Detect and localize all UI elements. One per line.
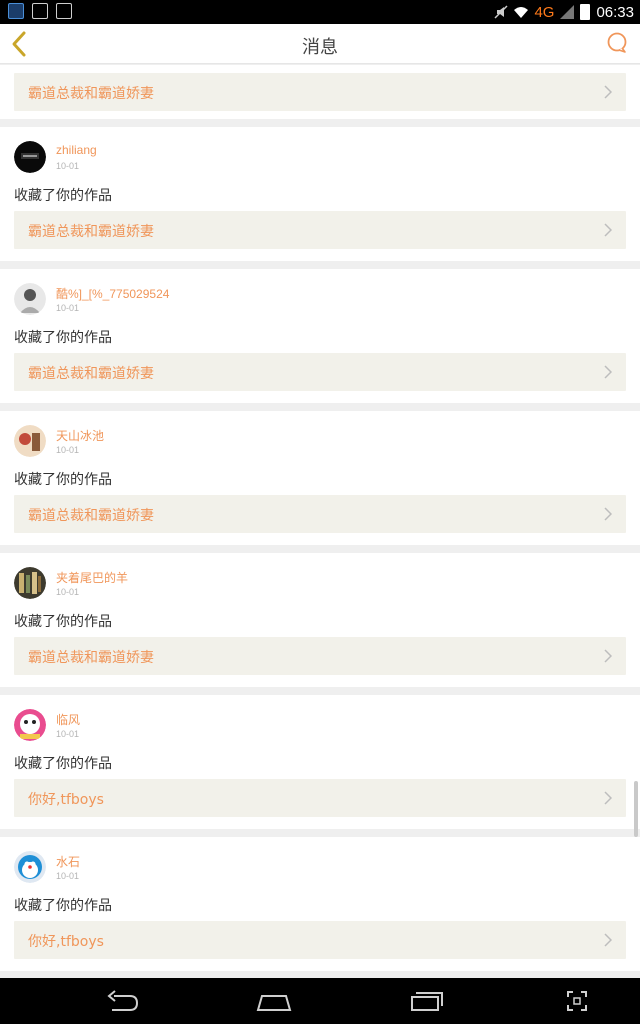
user-name[interactable]: 天山冰池 [56, 427, 104, 444]
action-text: 收藏了你的作品 [14, 330, 112, 346]
clock: 06:33 [596, 3, 634, 21]
chat-bubble-icon[interactable] [606, 32, 628, 54]
list-item[interactable]: 酷%]_[%_775029524 10-01 收藏了你的作品 霸道总裁和霸道娇妻 [0, 269, 640, 403]
chevron-right-icon [604, 649, 612, 663]
action-text: 收藏了你的作品 [14, 188, 112, 204]
back-icon[interactable] [106, 990, 140, 1012]
wifi-icon [514, 7, 529, 18]
timestamp: 10-01 [56, 445, 80, 455]
chevron-right-icon [604, 223, 612, 237]
list-item[interactable]: 临风 10-01 收藏了你的作品 你好,tfboys [0, 695, 640, 829]
user-name[interactable]: 水石 [56, 853, 80, 870]
timestamp: 10-01 [56, 587, 80, 597]
chevron-right-icon [604, 85, 612, 99]
app-header: 消息 [0, 24, 640, 64]
user-name[interactable]: 夹着尾巴的羊 [56, 569, 128, 586]
list-item[interactable]: zhiliang 10-01 收藏了你的作品 霸道总裁和霸道娇妻 [0, 127, 640, 261]
list-item[interactable]: 水石 10-01 收藏了你的作品 你好,tfboys [0, 837, 640, 971]
mute-icon [494, 5, 508, 19]
avatar[interactable] [14, 425, 46, 457]
chevron-right-icon [604, 791, 612, 805]
timestamp: 10-01 [56, 303, 80, 313]
work-link[interactable]: 霸道总裁和霸道娇妻 [14, 353, 626, 391]
list-item[interactable]: 夹着尾巴的羊 10-01 收藏了你的作品 霸道总裁和霸道娇妻 [0, 553, 640, 687]
work-link[interactable]: 霸道总裁和霸道娇妻 [14, 637, 626, 675]
battery-icon [580, 4, 591, 20]
signal-icon [560, 5, 575, 19]
chevron-right-icon [604, 933, 612, 947]
lock-icon [32, 3, 48, 19]
timestamp: 10-01 [56, 871, 80, 881]
app-notification-icon [8, 3, 24, 19]
work-link[interactable]: 霸道总裁和霸道娇妻 [14, 73, 626, 111]
list-item-partial: 霸道总裁和霸道娇妻 [0, 65, 640, 119]
screen: 4G 06:33 消息 霸道总裁和霸道娇妻 zhiliang 10-01 收藏了… [0, 0, 640, 1024]
scrollbar[interactable] [634, 781, 638, 837]
avatar[interactable] [14, 283, 46, 315]
work-title: 霸道总裁和霸道娇妻 [28, 86, 154, 102]
action-text: 收藏了你的作品 [14, 756, 112, 772]
work-title: 霸道总裁和霸道娇妻 [28, 508, 154, 524]
work-title: 霸道总裁和霸道娇妻 [28, 650, 154, 666]
work-title: 霸道总裁和霸道娇妻 [28, 366, 154, 382]
screenshot-icon[interactable] [566, 990, 588, 1012]
status-bar: 4G 06:33 [0, 0, 640, 24]
timestamp: 10-01 [56, 161, 80, 171]
avatar[interactable] [14, 851, 46, 883]
user-name[interactable]: 临风 [56, 711, 80, 728]
work-link[interactable]: 你好,tfboys [14, 779, 626, 817]
work-link[interactable]: 霸道总裁和霸道娇妻 [14, 495, 626, 533]
navigation-bar [0, 978, 640, 1024]
chevron-right-icon [604, 365, 612, 379]
work-title: 你好,tfboys [28, 934, 104, 950]
work-title: 霸道总裁和霸道娇妻 [28, 224, 154, 240]
avatar[interactable] [14, 567, 46, 599]
home-icon[interactable] [256, 990, 292, 1012]
action-text: 收藏了你的作品 [14, 614, 112, 630]
avatar[interactable] [14, 709, 46, 741]
page-title: 消息 [302, 37, 338, 58]
user-name[interactable]: zhiliang [56, 143, 97, 157]
timestamp: 10-01 [56, 729, 80, 739]
action-text: 收藏了你的作品 [14, 898, 112, 914]
list-item[interactable]: 天山冰池 10-01 收藏了你的作品 霸道总裁和霸道娇妻 [0, 411, 640, 545]
chevron-right-icon [604, 507, 612, 521]
work-link[interactable]: 你好,tfboys [14, 921, 626, 959]
work-title: 你好,tfboys [28, 792, 104, 808]
recent-apps-icon[interactable] [410, 990, 444, 1012]
avatar[interactable] [14, 141, 46, 173]
action-text: 收藏了你的作品 [14, 472, 112, 488]
image-icon [56, 3, 72, 19]
work-link[interactable]: 霸道总裁和霸道娇妻 [14, 211, 626, 249]
user-name[interactable]: 酷%]_[%_775029524 [56, 285, 169, 302]
network-type: 4G [534, 3, 555, 21]
message-list[interactable]: 霸道总裁和霸道娇妻 zhiliang 10-01 收藏了你的作品 霸道总裁和霸道… [0, 65, 640, 978]
